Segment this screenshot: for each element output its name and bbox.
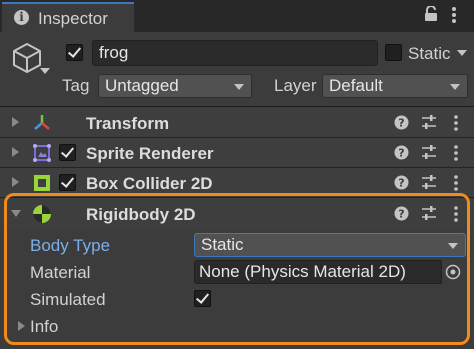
active-checkbox[interactable] (66, 44, 83, 61)
foldout-arrow-icon[interactable] (11, 210, 21, 217)
component-title: Transform (86, 114, 170, 133)
static-checkbox[interactable] (385, 44, 402, 61)
gameobject-name-field[interactable]: frog (92, 40, 378, 66)
foldout-arrow-icon[interactable] (12, 147, 19, 157)
foldout-arrow-icon[interactable] (12, 177, 19, 187)
chevron-down-icon (234, 84, 244, 90)
transform-icon (34, 115, 50, 130)
gameobject-cube-icon[interactable] (12, 42, 42, 74)
tag-dropdown[interactable]: Untagged (98, 74, 252, 98)
body-type-value: Static (201, 235, 244, 254)
material-label: Material (30, 263, 91, 282)
help-icon[interactable]: ? (394, 175, 409, 190)
help-icon[interactable]: ? (394, 145, 409, 160)
info-foldout-arrow-icon[interactable] (18, 321, 25, 331)
layer-label: Layer (274, 76, 317, 95)
tag-label: Tag (62, 76, 90, 95)
inspector-window: i Inspector frog Static Tag Untagged Lay (0, 0, 474, 349)
box-collider-icon (34, 175, 50, 191)
sprite-renderer-icon (33, 144, 51, 162)
component-title: Sprite Renderer (86, 144, 214, 163)
icon-dropdown-arrow-icon[interactable] (40, 68, 50, 74)
component-sprite-renderer[interactable]: Sprite Renderer ? (0, 138, 474, 168)
presets-icon[interactable] (421, 175, 437, 190)
layer-dropdown[interactable]: Default (322, 74, 468, 98)
component-box-collider-2d[interactable]: Box Collider 2D ? (0, 168, 474, 198)
object-picker-icon[interactable] (444, 263, 462, 281)
component-rigidbody-2d[interactable]: Rigidbody 2D ? (0, 198, 474, 230)
help-icon[interactable]: ? (394, 115, 409, 130)
info-icon: i (14, 10, 29, 25)
tab-bar: i Inspector (0, 0, 474, 32)
chevron-down-icon (448, 243, 458, 249)
component-title: Rigidbody 2D (86, 205, 196, 224)
component-enabled-checkbox[interactable] (59, 144, 76, 161)
component-title: Box Collider 2D (86, 174, 213, 193)
presets-icon[interactable] (421, 145, 437, 160)
more-options-icon[interactable] (453, 145, 459, 161)
gameobject-header: frog Static Tag Untagged Layer Default (0, 32, 474, 107)
static-dropdown-arrow-icon[interactable] (457, 50, 467, 56)
help-icon[interactable]: ? (394, 206, 409, 221)
body-type-label: Body Type (30, 236, 111, 255)
tag-value: Untagged (105, 76, 179, 95)
simulated-checkbox[interactable] (194, 290, 211, 307)
window-menu-icon[interactable] (451, 6, 457, 24)
svg-text:?: ? (398, 147, 404, 160)
rigidbody-properties: Body Type Static Material None (Physics … (0, 230, 474, 349)
info-foldout-label[interactable]: Info (30, 317, 58, 337)
more-options-icon[interactable] (453, 175, 459, 191)
more-options-icon[interactable] (453, 115, 459, 131)
svg-text:?: ? (398, 177, 404, 190)
presets-icon[interactable] (421, 206, 437, 221)
component-enabled-checkbox[interactable] (59, 174, 76, 191)
presets-icon[interactable] (421, 115, 437, 130)
tab-inspector[interactable]: i Inspector (2, 2, 134, 32)
more-options-icon[interactable] (453, 206, 459, 222)
simulated-label: Simulated (30, 290, 106, 309)
layer-value: Default (329, 76, 383, 95)
static-label: Static (408, 44, 451, 63)
foldout-arrow-icon[interactable] (12, 117, 19, 127)
tab-title: Inspector (38, 9, 108, 28)
svg-text:?: ? (398, 208, 404, 221)
material-field[interactable]: None (Physics Material 2D) (194, 260, 442, 284)
body-type-dropdown[interactable]: Static (194, 233, 466, 257)
rigidbody-icon (33, 205, 51, 223)
chevron-down-icon (450, 84, 460, 90)
component-transform[interactable]: Transform ? (0, 108, 474, 138)
svg-text:?: ? (398, 117, 404, 130)
lock-icon[interactable] (424, 6, 438, 22)
